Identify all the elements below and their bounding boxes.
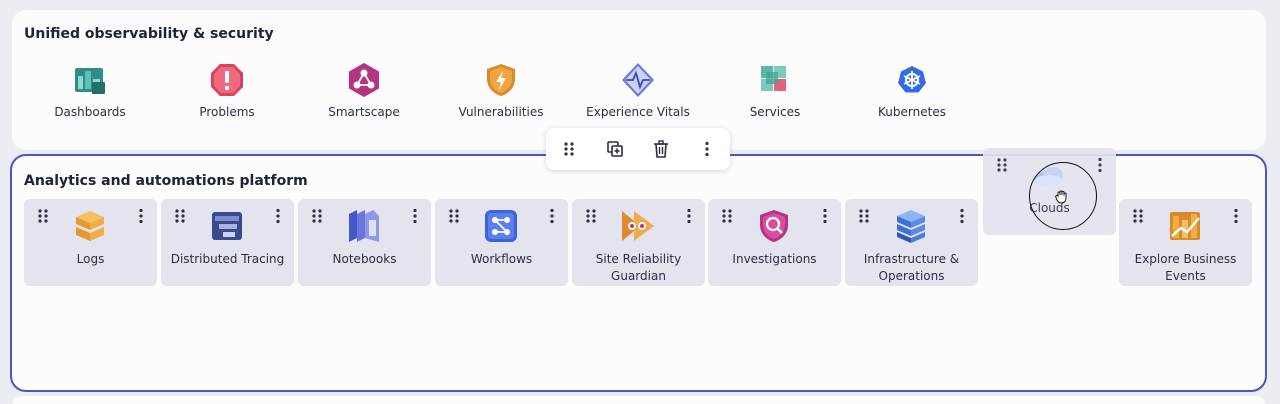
drag-handle-icon xyxy=(564,142,574,156)
section-title-observability: Unified observability & security xyxy=(24,26,274,42)
explore-business-events-icon xyxy=(1170,212,1200,240)
app-label: Problems xyxy=(199,105,255,119)
app-kubernetes[interactable]: Kubernetes xyxy=(847,62,977,119)
drag-handle-icon[interactable] xyxy=(37,208,49,224)
infrastructure-operations-icon xyxy=(897,210,925,243)
more-vertical-icon[interactable] xyxy=(958,208,966,224)
tile-label: Infrastructure & Operations xyxy=(863,252,960,283)
more-vertical-icon[interactable] xyxy=(1096,157,1104,173)
trash-icon xyxy=(654,140,668,158)
duplicate-button[interactable] xyxy=(603,137,627,161)
tile-site-reliability-guardian[interactable]: Site Reliability Guardian xyxy=(572,199,705,286)
drag-handle-icon[interactable] xyxy=(858,208,870,224)
more-vertical-icon[interactable] xyxy=(137,208,145,224)
section-title-analytics: Analytics and automations platform xyxy=(24,173,308,189)
more-vertical-icon[interactable] xyxy=(411,208,419,224)
tile-toolbar xyxy=(546,128,730,170)
app-services[interactable]: Services xyxy=(710,62,840,119)
app-label: Smartscape xyxy=(328,105,400,119)
drag-handle-icon[interactable] xyxy=(585,208,597,224)
next-section-panel xyxy=(12,396,1266,404)
drag-handle-icon[interactable] xyxy=(448,208,460,224)
tile-label: Workflows xyxy=(470,252,533,266)
notebooks-icon xyxy=(349,210,379,242)
tile-label: Logs xyxy=(76,252,105,266)
site-reliability-guardian-icon xyxy=(622,211,654,241)
workflows-icon xyxy=(485,210,517,242)
drag-handle-button[interactable] xyxy=(557,137,581,161)
more-options-button[interactable] xyxy=(695,137,719,161)
app-label: Vulnerabilities xyxy=(458,105,544,119)
grab-hand-cursor-icon xyxy=(1055,190,1067,204)
app-dashboards[interactable]: Dashboards xyxy=(25,62,155,119)
app-label: Kubernetes xyxy=(878,105,946,119)
more-vertical-icon xyxy=(705,141,709,157)
services-icon xyxy=(761,66,786,91)
drag-handle-icon[interactable] xyxy=(996,157,1008,173)
app-experience-vitals[interactable]: Experience Vitals xyxy=(573,62,703,119)
tile-label: Investigations xyxy=(732,252,817,266)
app-problems[interactable]: Problems xyxy=(162,62,292,119)
tile-workflows[interactable]: Workflows xyxy=(435,199,568,286)
problems-icon xyxy=(211,64,243,96)
tile-infrastructure-operations[interactable]: Infrastructure & Operations xyxy=(845,199,978,286)
tile-label: Distributed Tracing xyxy=(170,252,285,266)
app-label: Dashboards xyxy=(54,105,126,119)
distributed-tracing-icon xyxy=(212,212,242,240)
smartscape-icon xyxy=(349,63,379,97)
tile-distributed-tracing[interactable]: Distributed Tracing xyxy=(161,199,294,286)
more-vertical-icon[interactable] xyxy=(1232,208,1240,224)
app-vulnerabilities[interactable]: Vulnerabilities xyxy=(436,62,566,119)
investigations-icon xyxy=(760,210,788,242)
experience-vitals-icon xyxy=(622,63,654,97)
app-label: Experience Vitals xyxy=(586,105,690,119)
app-smartscape[interactable]: Smartscape xyxy=(299,62,429,119)
tile-label: Explore Business Events xyxy=(1134,252,1237,283)
dashboards-icon xyxy=(75,68,105,94)
logs-icon xyxy=(76,211,104,241)
delete-button[interactable] xyxy=(649,137,673,161)
kubernetes-icon xyxy=(896,64,928,96)
more-vertical-icon[interactable] xyxy=(821,208,829,224)
tile-label: Site Reliability Guardian xyxy=(595,252,682,283)
tile-investigations[interactable]: Investigations xyxy=(708,199,841,286)
tile-label: Notebooks xyxy=(332,252,397,266)
vulnerabilities-icon xyxy=(487,64,515,96)
drag-handle-icon[interactable] xyxy=(174,208,186,224)
tile-logs[interactable]: Logs xyxy=(24,199,157,286)
more-vertical-icon[interactable] xyxy=(274,208,282,224)
app-label: Services xyxy=(749,105,801,119)
drag-handle-icon[interactable] xyxy=(1132,208,1144,224)
tile-notebooks[interactable]: Notebooks xyxy=(298,199,431,286)
duplicate-icon xyxy=(607,141,623,157)
drag-handle-icon[interactable] xyxy=(311,208,323,224)
tile-explore-business-events[interactable]: Explore Business Events xyxy=(1119,199,1252,286)
more-vertical-icon[interactable] xyxy=(548,208,556,224)
more-vertical-icon[interactable] xyxy=(685,208,693,224)
drag-handle-icon[interactable] xyxy=(721,208,733,224)
